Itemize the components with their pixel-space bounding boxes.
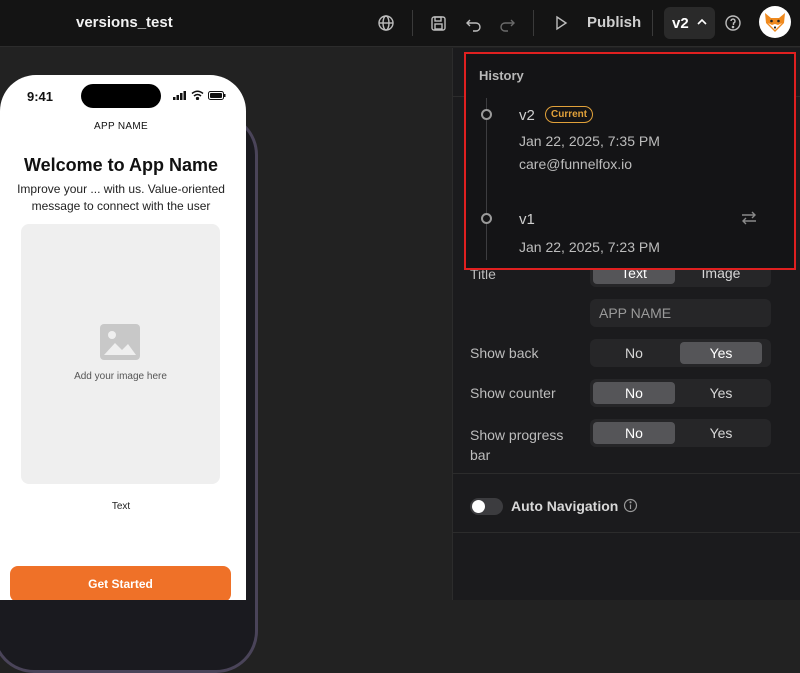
timeline-dot	[481, 213, 492, 224]
status-time: 9:41	[27, 89, 54, 104]
show-progress-no[interactable]: No	[593, 422, 675, 444]
signal-icon	[173, 90, 186, 100]
app-name-header: APP NAME	[94, 121, 148, 132]
publish-button[interactable]: Publish	[587, 14, 641, 31]
save-icon[interactable]	[427, 12, 449, 34]
help-icon[interactable]	[722, 12, 744, 34]
top-bar: versions_test Publish v2	[0, 0, 800, 47]
show-back-label: Show back	[470, 345, 539, 361]
battery-icon	[208, 90, 226, 100]
history-author: care@funnelfox.io	[519, 156, 633, 172]
version-selector-button[interactable]: v2	[664, 7, 715, 39]
switch-knob	[472, 500, 485, 513]
timeline-line	[486, 98, 487, 260]
undo-icon[interactable]	[462, 12, 484, 34]
show-progress-yes[interactable]: Yes	[680, 422, 762, 444]
image-placeholder-label: Add your image here	[74, 371, 167, 382]
play-icon[interactable]	[550, 12, 572, 34]
status-icons	[173, 90, 226, 100]
history-popover: History v2 Current Jan 22, 2025, 7:35 PM…	[464, 52, 796, 270]
history-date: Jan 22, 2025, 7:23 PM	[519, 239, 660, 255]
text-element[interactable]: Text	[0, 501, 242, 512]
toolbar-divider	[412, 10, 413, 36]
get-started-button[interactable]: Get Started	[10, 566, 231, 600]
history-version-v1[interactable]: v1	[519, 211, 535, 228]
globe-icon[interactable]	[375, 12, 397, 34]
show-counter-label: Show counter	[470, 385, 556, 401]
app-name-input[interactable]: APP NAME	[590, 299, 771, 327]
show-progress-toggle: No Yes	[590, 419, 771, 447]
show-progress-label: Show progress bar	[470, 427, 564, 463]
show-back-toggle: No Yes	[590, 339, 771, 367]
version-label: v2	[672, 15, 689, 32]
history-title: History	[479, 68, 524, 83]
show-counter-yes[interactable]: Yes	[680, 382, 762, 404]
history-version-v2[interactable]: v2	[519, 107, 535, 124]
image-icon	[100, 324, 140, 365]
phone-screen: 9:41 APP NAME Welcome to App Name Improv…	[0, 75, 246, 600]
toolbar-divider	[533, 10, 534, 36]
image-placeholder[interactable]: Add your image here	[21, 224, 220, 484]
restore-version-icon[interactable]	[740, 210, 758, 231]
auto-navigation-switch[interactable]	[470, 498, 503, 515]
info-icon[interactable]	[623, 498, 638, 518]
welcome-title: Welcome to App Name	[23, 155, 219, 175]
show-back-no[interactable]: No	[593, 342, 675, 364]
redo-icon[interactable]	[496, 12, 518, 34]
toolbar-divider	[652, 10, 653, 36]
panel-divider	[453, 473, 800, 474]
show-counter-toggle: No Yes	[590, 379, 771, 407]
fox-avatar[interactable]	[759, 6, 791, 38]
dynamic-island	[81, 84, 161, 108]
auto-navigation-label: Auto Navigation	[511, 498, 619, 514]
wifi-icon	[191, 90, 204, 100]
panel-divider	[453, 532, 800, 533]
timeline-dot	[481, 109, 492, 120]
current-badge: Current	[545, 106, 594, 123]
chevron-up-icon	[695, 15, 709, 34]
welcome-subtitle: Improve your ... with us. Value-oriented…	[17, 182, 225, 213]
show-counter-no[interactable]: No	[593, 382, 675, 404]
project-title: versions_test	[76, 14, 173, 31]
show-back-yes[interactable]: Yes	[680, 342, 762, 364]
history-date: Jan 22, 2025, 7:35 PM	[519, 133, 660, 149]
